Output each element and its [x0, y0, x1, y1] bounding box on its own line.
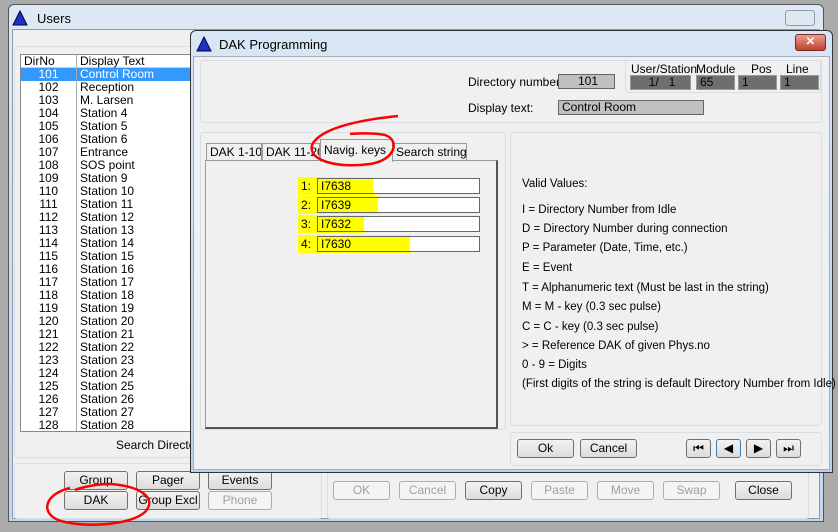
dialog-title: DAK Programming — [219, 37, 328, 52]
swap-button[interactable]: Swap — [663, 481, 720, 500]
next-record-icon: ▶ — [753, 441, 764, 455]
last-record-button[interactable]: ⏭ — [776, 439, 801, 458]
close-window-button[interactable]: Close — [735, 481, 792, 500]
dialog-cancel-button[interactable]: Cancel — [580, 439, 637, 458]
close-icon: ✕ — [805, 36, 816, 48]
valid-value-line: C = C - key (0.3 sec pulse) — [522, 321, 659, 333]
tab-dak-11-20[interactable]: DAK 11-20 — [262, 143, 320, 161]
valid-value-line: I = Directory Number from Idle — [522, 204, 677, 216]
last-record-icon: ⏭ — [783, 441, 794, 455]
tab-dak-1-10[interactable]: DAK 1-10 — [206, 143, 262, 161]
first-record-icon: ⏮ — [693, 441, 704, 455]
display-text-label: Display text: — [468, 101, 534, 115]
nav-key-input[interactable]: I7630 — [317, 236, 480, 252]
valid-value-line: D = Directory Number during connection — [522, 223, 728, 235]
valid-value-line: E = Event — [522, 262, 573, 274]
move-button[interactable]: Move — [597, 481, 654, 500]
window-title: Users — [37, 11, 71, 26]
dialog-ok-button[interactable]: Ok — [517, 439, 574, 458]
nav-key-input[interactable]: I7639 — [317, 197, 480, 213]
ok-button[interactable]: OK — [333, 481, 390, 500]
users-list[interactable]: DirNo Display Text 101 Control Room 102 Rec… — [20, 54, 195, 432]
search-label: Search Director — [116, 438, 200, 452]
cancel-button[interactable]: Cancel — [399, 481, 456, 500]
copy-button[interactable]: Copy — [465, 481, 522, 500]
valid-value-line: 0 - 9 = Digits — [522, 359, 587, 371]
valid-value-line: M = M - key (0.3 sec pulse) — [522, 301, 661, 313]
group-button[interactable]: Group — [64, 471, 128, 490]
phone-button[interactable]: Phone — [208, 491, 272, 510]
first-record-button[interactable]: ⏮ — [686, 439, 711, 458]
directory-number-label: Directory number: — [468, 75, 564, 89]
line-field: 1 — [780, 75, 819, 90]
display-text-field: Control Room — [558, 100, 704, 115]
valid-value-line: (First digits of the string is default D… — [522, 378, 836, 390]
pager-button[interactable]: Pager — [136, 471, 200, 490]
nav-key-label: 1: — [301, 179, 312, 193]
previous-record-button[interactable]: ◀ — [716, 439, 741, 458]
pos-field: 1 — [738, 75, 777, 90]
triangle-logo-icon — [12, 10, 28, 26]
valid-value-line: Valid Values: — [522, 178, 588, 190]
dak-button[interactable]: DAK — [64, 491, 128, 510]
nav-key-input[interactable]: I7638 — [317, 178, 480, 194]
close-button[interactable]: ✕ — [795, 34, 826, 51]
nav-key-label: 4: — [301, 237, 312, 251]
nav-key-label: 2: — [301, 198, 312, 212]
dirno: 128 — [21, 419, 77, 431]
user-station-field: 1/ 1 — [630, 75, 691, 90]
previous-record-icon: ◀ — [723, 441, 734, 455]
valid-value-line: > = Reference DAK of given Phys.no — [522, 340, 710, 352]
next-record-button[interactable]: ▶ — [746, 439, 771, 458]
nav-key-input[interactable]: I7632 — [317, 216, 480, 232]
module-field: 65 — [696, 75, 735, 90]
display-text: Station 28 — [80, 418, 135, 432]
directory-number-field: 101 — [558, 74, 615, 89]
nav-key-label: 3: — [301, 217, 312, 231]
close-button[interactable] — [785, 10, 815, 26]
group-excl-button[interactable]: Group Excl — [136, 491, 200, 510]
paste-button[interactable]: Paste — [531, 481, 588, 500]
tab-navig-keys[interactable]: Navig. keys — [320, 139, 393, 162]
triangle-logo-icon — [196, 36, 212, 52]
events-button[interactable]: Events — [208, 471, 272, 490]
valid-value-line: T = Alphanumeric text (Must be last in t… — [522, 282, 769, 294]
tab-search-strings[interactable]: Search strings — [392, 143, 467, 161]
list-item[interactable]: 128 Station 28 — [21, 418, 194, 432]
valid-value-line: P = Parameter (Date, Time, etc.) — [522, 242, 688, 254]
